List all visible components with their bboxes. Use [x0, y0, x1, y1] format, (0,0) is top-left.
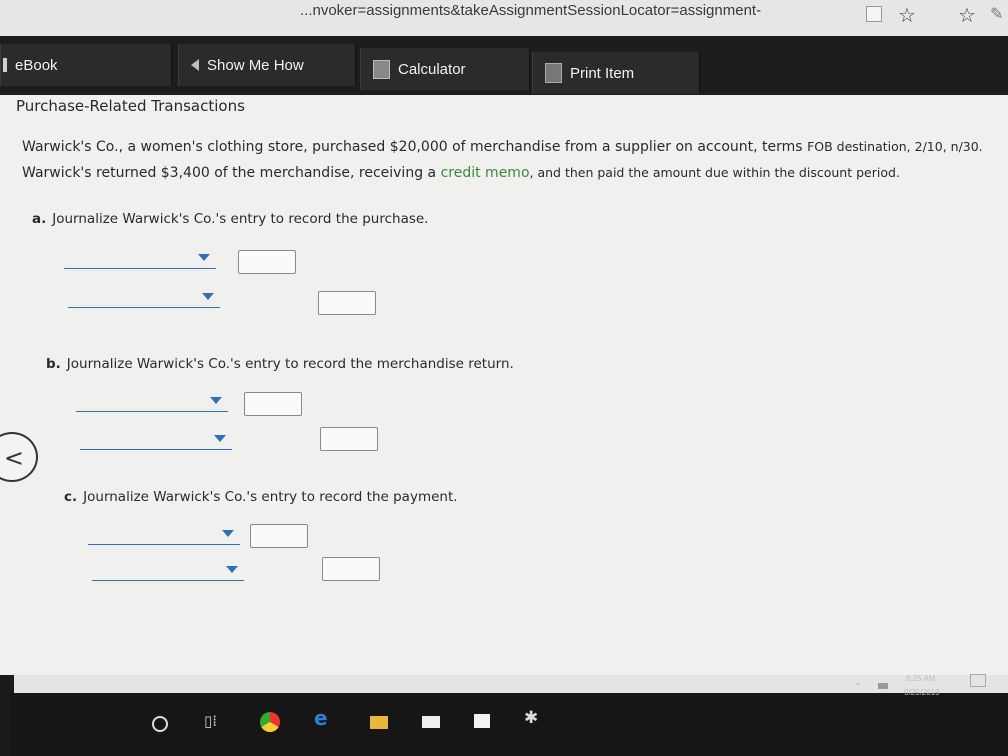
question-c-text: Journalize Warwick's Co.'s entry to reco… [83, 489, 458, 505]
cortana-icon[interactable] [152, 716, 168, 732]
account-select-c2[interactable] [92, 562, 244, 581]
credit-memo-link[interactable]: credit memo [441, 165, 530, 181]
url-text[interactable]: ...nvoker=assignments&takeAssignmentSess… [300, 2, 761, 19]
chevron-down-icon [202, 293, 214, 300]
account-select-a2[interactable] [68, 289, 220, 308]
problem-line-1: Warwick's Co., a women's clothing store,… [22, 139, 983, 155]
amount-input-a1[interactable] [238, 250, 296, 274]
system-tray: ⌃ 8:25 AM 9/29/2019 [854, 668, 1008, 708]
battery-icon[interactable] [878, 683, 888, 689]
store-icon[interactable] [474, 714, 490, 728]
question-c-letter: c. [64, 489, 78, 505]
terms-text: FOB destination, 2/10, n/30. [807, 139, 983, 154]
star-icon[interactable]: ☆ [898, 3, 916, 27]
problem-line-1-text: Warwick's Co., a women's clothing store,… [22, 139, 808, 155]
question-a-letter: a. [32, 211, 47, 227]
assignment-toolbar: eBook Show Me How Calculator Print Item [0, 36, 1008, 98]
chrome-icon[interactable] [260, 712, 280, 732]
clock-time[interactable]: 8:25 AM [906, 674, 935, 683]
mail-icon[interactable] [422, 716, 440, 728]
print-icon [545, 63, 562, 83]
notification-icon[interactable] [970, 674, 986, 687]
settings-gear-icon[interactable]: ✱ [524, 708, 538, 728]
account-select-b1[interactable] [76, 393, 228, 412]
file-explorer-icon[interactable] [370, 716, 388, 729]
question-b: b. Journalize Warwick's Co.'s entry to re… [46, 356, 514, 372]
show-me-how-button[interactable]: Show Me How [178, 44, 356, 86]
task-view-icon[interactable]: ▯⁞ [204, 712, 217, 730]
chevron-down-icon [222, 530, 234, 537]
print-item-label: Print Item [570, 64, 635, 82]
chevron-down-icon [226, 566, 238, 573]
video-icon [191, 59, 199, 71]
print-item-button[interactable]: Print Item [532, 52, 700, 94]
browser-address-bar[interactable]: ...nvoker=assignments&takeAssignmentSess… [0, 0, 1008, 37]
question-c: c. Journalize Warwick's Co.'s entry to re… [64, 489, 458, 505]
edge-icon[interactable]: e [314, 706, 328, 730]
book-icon [3, 58, 7, 72]
problem-sheet: Purchase-Related Transactions Warwick's … [0, 95, 1008, 675]
calculator-button[interactable]: Calculator [360, 48, 530, 90]
question-a-text: Journalize Warwick's Co.'s entry to reco… [52, 211, 429, 227]
question-b-letter: b. [46, 356, 61, 372]
account-select-b2[interactable] [80, 431, 232, 450]
amount-input-b1[interactable] [244, 392, 302, 416]
chevron-down-icon [210, 397, 222, 404]
problem-line-2: Warwick's returned $3,400 of the merchan… [22, 165, 900, 181]
favorites-icon[interactable]: ☆ [958, 3, 976, 27]
calculator-label: Calculator [398, 60, 466, 78]
reader-view-icon[interactable] [866, 6, 882, 22]
tray-expand-icon[interactable]: ⌃ [854, 682, 862, 693]
chevron-down-icon [198, 254, 210, 261]
question-a: a. Journalize Warwick's Co.'s entry to re… [32, 211, 428, 227]
show-me-how-label: Show Me How [207, 56, 304, 74]
calculator-icon [373, 59, 390, 79]
amount-input-b2[interactable] [320, 427, 378, 451]
problem-line-2b: , and then paid the amount due within th… [529, 165, 900, 180]
amount-input-c2[interactable] [322, 557, 380, 581]
clock-date[interactable]: 9/29/2019 [904, 688, 940, 697]
account-select-a1[interactable] [64, 250, 216, 269]
ebook-button[interactable]: eBook [0, 44, 172, 86]
page-title: Purchase-Related Transactions [16, 97, 245, 115]
amount-input-a2[interactable] [318, 291, 376, 315]
account-select-c1[interactable] [88, 526, 240, 545]
amount-input-c1[interactable] [250, 524, 308, 548]
ebook-label: eBook [15, 56, 58, 74]
problem-line-2a: Warwick's returned $3,400 of the merchan… [22, 165, 441, 181]
pen-icon[interactable]: ✎ [990, 4, 1003, 23]
chevron-down-icon [214, 435, 226, 442]
question-b-text: Journalize Warwick's Co.'s entry to reco… [66, 356, 514, 372]
